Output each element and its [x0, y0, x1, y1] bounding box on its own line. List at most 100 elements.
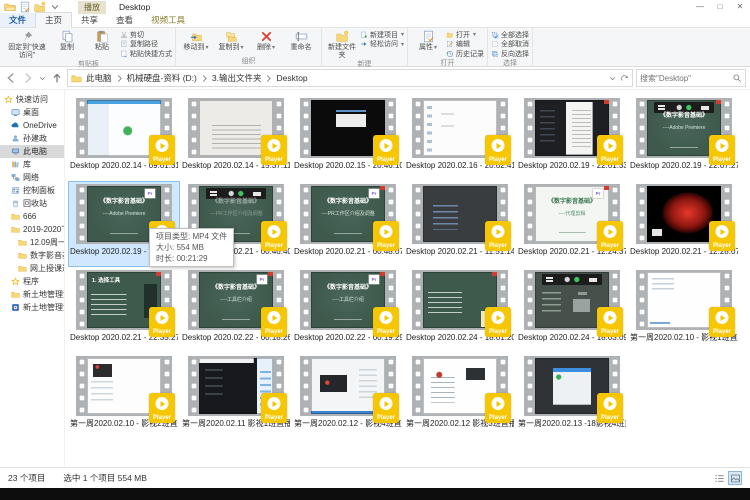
breadcrumb[interactable]: 此电脑机械硬盘-资料 (D:) 3.输出文件夹 Desktop: [67, 69, 633, 87]
ribbon-button-编辑[interactable]: 编辑: [446, 40, 484, 50]
sprocket-hole: [639, 149, 645, 155]
slide-heading: 1. 选择工具: [92, 276, 120, 284]
sidebar-item-新土地管理法[interactable]: 新土地管理法: [0, 288, 64, 301]
ribbon-button-属性[interactable]: 属性▾: [411, 29, 445, 54]
file-item[interactable]: 《数字影音基础》----Adobe PremierePlayerDesktop …: [628, 95, 740, 181]
file-item[interactable]: Player第一周2020.02.10 - 影视1班直播视频上: [628, 267, 740, 353]
qat-properties-icon[interactable]: [19, 1, 31, 13]
sidebar-item-桌面[interactable]: 桌面: [0, 106, 64, 119]
sprocket-hole: [303, 223, 309, 229]
tab-共享[interactable]: 共享: [72, 13, 107, 27]
file-item[interactable]: 《数字影音基础》----工具栏介绍PrPlayerDesktop 2020.02…: [180, 267, 292, 353]
ribbon-button-历史记录[interactable]: 历史记录: [446, 49, 484, 59]
up-icon[interactable]: [50, 71, 64, 85]
recent-locations-icon[interactable]: [38, 74, 47, 83]
ribbon-button-复制[interactable]: 复制: [50, 29, 84, 53]
search-box[interactable]: [636, 69, 746, 87]
sprocket-hole: [303, 199, 309, 205]
ribbon-button-复制路径[interactable]: 复制路径: [120, 40, 172, 50]
ribbon-button-重命名[interactable]: 重命名: [284, 29, 318, 53]
address-dropdown-icon[interactable]: [608, 74, 617, 83]
slide-title: 《数字影音基础》: [650, 113, 718, 120]
file-item[interactable]: PlayerDesktop 2020.02.14 - 15.37.11.02: [180, 95, 292, 181]
file-item[interactable]: Player第一周2020.02.11 影视1班直播视频下: [180, 353, 292, 439]
sprocket-hole: [500, 125, 506, 131]
file-item[interactable]: 《数字影音基础》----工具栏介绍PrPlayerDesktop 2020.02…: [292, 267, 404, 353]
forward-icon[interactable]: [21, 71, 35, 85]
sidebar-item-程序[interactable]: 程序: [0, 275, 64, 288]
tab-文件[interactable]: 文件: [0, 13, 35, 27]
sidebar-item-库[interactable]: 库: [0, 158, 64, 171]
sidebar-item-网上授课过程存留[interactable]: 网上授课过程存留: [0, 262, 64, 275]
ribbon-button-全部选择[interactable]: 全部选择: [491, 30, 529, 40]
minimize-button[interactable]: —: [690, 0, 710, 14]
tab-查看[interactable]: 查看: [107, 13, 142, 27]
sidebar-item-数字影音基础相关[interactable]: 数字影音基础相关: [0, 249, 64, 262]
dropdown-caret-icon: ▾: [434, 45, 437, 51]
tab-主页[interactable]: 主页: [35, 12, 72, 28]
breadcrumb-segment[interactable]: 机械硬盘-资料 (D:): [125, 72, 199, 84]
ribbon-button-固定到"快速访问"[interactable]: 固定到"快速访问": [5, 29, 49, 60]
file-item[interactable]: 《数字影音基础》----代理剪辑PrPlayerDesktop 2020.02.…: [516, 181, 628, 267]
file-item[interactable]: PlayerDesktop 2020.02.16 - 20.02.41.01: [404, 95, 516, 181]
file-item[interactable]: PlayerDesktop 2020.02.24 - 18.01.20.01: [404, 267, 516, 353]
file-item[interactable]: Player第一周2020.02.12 - 影视4班直播视频全: [292, 353, 404, 439]
ribbon-button-反向选择[interactable]: 反向选择: [491, 49, 529, 59]
breadcrumb-segment[interactable]: 此电脑: [84, 72, 114, 84]
ribbon-button-粘贴快捷方式[interactable]: 粘贴快捷方式: [120, 49, 172, 59]
sprocket-hole: [527, 199, 533, 205]
file-item[interactable]: PlayerDesktop 2020.02.21 - 12.28.07.03: [628, 181, 740, 267]
sidebar-item-12.09周一交[interactable]: 12.09周一交: [0, 236, 64, 249]
sidebar-item-回收站[interactable]: 回收站: [0, 197, 64, 210]
sidebar-item-OneDrive[interactable]: OneDrive: [0, 119, 64, 132]
ribbon-button-剪切[interactable]: 剪切: [120, 30, 172, 40]
ribbon-button-删除[interactable]: 删除▾: [249, 29, 283, 54]
ribbon-button-label: 历史记录: [456, 49, 484, 59]
sprocket-hole: [500, 187, 506, 193]
search-icon[interactable]: [732, 73, 742, 83]
sidebar-item-网络[interactable]: 网络: [0, 171, 64, 184]
sidebar-item-666[interactable]: 666: [0, 210, 64, 223]
sidebar-item-快速访问[interactable]: 快速访问: [0, 93, 64, 106]
back-icon[interactable]: [4, 71, 18, 85]
file-item[interactable]: PlayerDesktop 2020.02.21 - 11.51.14.01: [404, 181, 516, 267]
details-view-button[interactable]: [712, 471, 726, 485]
search-input[interactable]: [637, 74, 732, 83]
tab-视频工具[interactable]: 视频工具: [142, 13, 194, 27]
sidebar-item-此电脑[interactable]: 此电脑: [0, 145, 64, 158]
file-item[interactable]: PlayerDesktop 2020.02.24 - 18.03.09.02: [516, 267, 628, 353]
file-item[interactable]: 1. 选择工具PlayerDesktop 2020.02.21 - 22.35.…: [68, 267, 180, 353]
ribbon-button-全部取消[interactable]: 全部取消: [491, 40, 529, 50]
file-item[interactable]: Player第一周2020.02.10 - 影视2班直播视频全: [68, 353, 180, 439]
filmstrip-left: [300, 358, 311, 414]
breadcrumb-segment[interactable]: Desktop: [274, 73, 309, 83]
sidebar-item-控制面板[interactable]: 控制面板: [0, 184, 64, 197]
file-item[interactable]: PlayerDesktop 2020.02.15 - 20.46.10.01: [292, 95, 404, 181]
ribbon-button-复制到[interactable]: 复制到▾: [214, 29, 248, 54]
play-triangle-icon: [272, 315, 277, 321]
close-button[interactable]: ✕: [730, 0, 750, 14]
file-item[interactable]: PlayerDesktop 2020.02.19 - 22.01.33.01: [516, 95, 628, 181]
ribbon-button-粘贴[interactable]: 粘贴: [85, 29, 119, 53]
ribbon-button-移动到[interactable]: 移动到▾: [179, 29, 213, 54]
sidebar-item-2019-2020下学期随堂[interactable]: 2019-2020下学期随堂: [0, 223, 64, 236]
file-item[interactable]: PlayerDesktop 2020.02.14 - 09.01.31.02: [68, 95, 180, 181]
file-item[interactable]: 《数字影音基础》----PR工作区介绍及调整PrPlayerDesktop 20…: [292, 181, 404, 267]
refresh-icon[interactable]: [620, 74, 629, 83]
paste-shortcut-icon: [120, 50, 128, 58]
breadcrumb-segment[interactable]: 3.输出文件夹: [210, 72, 264, 84]
ribbon-button-打开[interactable]: 打开▾: [446, 30, 484, 40]
sidebar-item-孙建政[interactable]: 孙建政: [0, 132, 64, 145]
select-all-icon: [491, 31, 499, 39]
filmstrip-left: [76, 186, 87, 242]
sidebar-item-新土地管理法 (2)[interactable]: 新土地管理法 (2): [0, 301, 64, 314]
file-item[interactable]: Player第一周2020.02.13 -18影视4班直播视频全: [516, 353, 628, 439]
ribbon-button-轻松访问[interactable]: 轻松访问▾: [360, 40, 404, 50]
maximize-button[interactable]: □: [710, 0, 730, 14]
file-item[interactable]: Player第一周2020.02.12 影视3班直播视频上: [404, 353, 516, 439]
ribbon-button-新建项目[interactable]: 新建项目▾: [360, 30, 404, 40]
play-triangle-icon: [608, 315, 613, 321]
ribbon-button-新建文件夹[interactable]: 新建文件夹: [325, 29, 359, 60]
video-thumbnail: 《数字影音基础》----PR工作区介绍及调整PrPlayer: [300, 184, 396, 244]
thumbnail-view-button[interactable]: [728, 471, 742, 485]
